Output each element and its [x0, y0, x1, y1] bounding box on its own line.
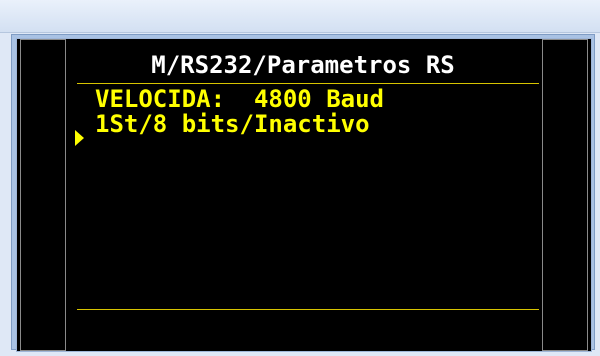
- lcd-display: M/RS232/Parametros RS VELOCIDA: 4800 Bau…: [73, 39, 539, 351]
- menu-item-serial-format[interactable]: 1St/8 bits/Inactivo: [95, 112, 370, 136]
- title-divider: [77, 83, 539, 84]
- bottom-divider: [77, 309, 539, 310]
- menu-item-velocidad[interactable]: VELOCIDA: 4800 Baud: [95, 87, 384, 111]
- lcd-screen: M/RS232/Parametros RS VELOCIDA: 4800 Bau…: [16, 38, 592, 352]
- app-window: M/RS232/Parametros RS VELOCIDA: 4800 Bau…: [0, 0, 600, 356]
- left-softkey-panel[interactable]: [20, 39, 66, 351]
- right-softkey-panel[interactable]: [542, 39, 588, 351]
- selection-cursor-icon: [75, 130, 84, 146]
- menu-path-title: M/RS232/Parametros RS: [151, 51, 455, 79]
- window-titlebar: [0, 0, 600, 33]
